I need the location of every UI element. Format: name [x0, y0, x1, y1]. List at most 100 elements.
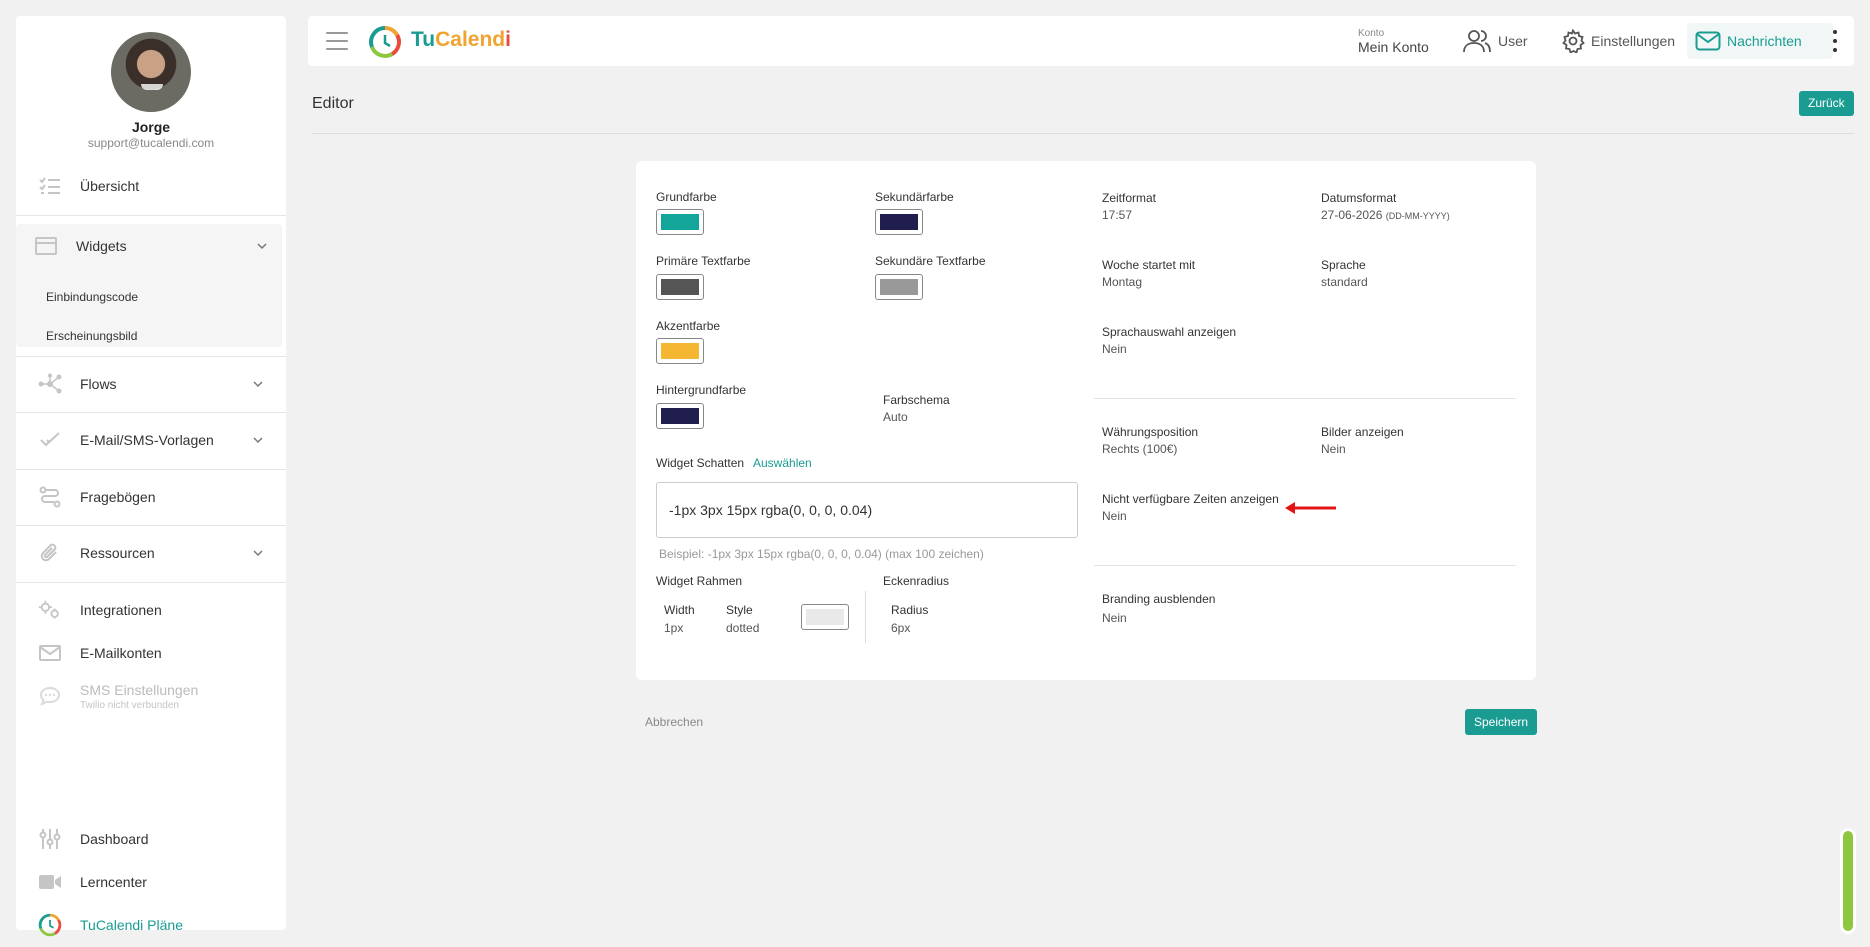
scrollbar-thumb[interactable]: [1843, 831, 1853, 931]
widget-border-label: Widget Rahmen: [656, 574, 743, 588]
shadow-hint: Beispiel: -1px 3px 15px rgba(0, 0, 0, 0.…: [659, 547, 984, 561]
divider: [16, 525, 286, 526]
sidebar-item-widgets[interactable]: Widgets: [16, 224, 286, 268]
double-check-icon: [38, 428, 62, 452]
currency-position-value[interactable]: Rechts (100€): [1102, 442, 1177, 456]
sidebar-item-label: Ressourcen: [80, 545, 155, 561]
sidebar-item-email-accounts[interactable]: E-Mailkonten: [16, 631, 286, 675]
divider: [16, 412, 286, 413]
sms-status: Twilio nicht verbunden: [80, 700, 179, 711]
save-button[interactable]: Speichern: [1465, 709, 1538, 735]
border-style-value[interactable]: dotted: [726, 621, 759, 635]
sidebar-item-label: Lerncenter: [80, 874, 147, 890]
tucalendi-logo-icon[interactable]: [368, 25, 402, 59]
week-start-label: Woche startet mit: [1102, 258, 1196, 272]
sidebar-item-overview[interactable]: Übersicht: [16, 164, 286, 208]
gear-icon: [1562, 29, 1585, 53]
primary-color-swatch[interactable]: [656, 209, 704, 235]
settings-button-label: Einstellungen: [1591, 33, 1676, 49]
secondary-text-color-swatch[interactable]: [875, 274, 923, 300]
color-fill: [880, 214, 918, 230]
show-images-value[interactable]: Nein: [1321, 442, 1346, 456]
sidebar-item-sms-settings[interactable]: SMS Einstellungen: [16, 674, 286, 718]
sidebar-item-label: Flows: [80, 376, 117, 392]
divider: [16, 469, 286, 470]
shadow-input[interactable]: -1px 3px 15px rgba(0, 0, 0, 0.04): [656, 482, 1078, 538]
checklist-icon: [38, 174, 62, 198]
scrollbar[interactable]: [1840, 828, 1856, 934]
sidebar-item-label: TuCalendi Pläne: [80, 917, 183, 933]
sidebar-subitem-embed-code[interactable]: Einbindungscode: [46, 290, 138, 304]
sidebar-item-questionnaires[interactable]: Fragebögen: [16, 475, 286, 519]
cancel-button[interactable]: Abbrechen: [645, 715, 703, 729]
avatar[interactable]: [111, 32, 191, 112]
corner-radius-label: Eckenradius: [883, 574, 950, 588]
user-button[interactable]: User: [1454, 23, 1536, 59]
sidebar-item-plans[interactable]: TuCalendi Pläne: [16, 903, 286, 947]
shadow-select-link[interactable]: Auswählen: [753, 456, 812, 470]
week-start-value[interactable]: Montag: [1102, 275, 1142, 289]
primary-text-color-label: Primäre Textfarbe: [656, 254, 751, 268]
envelope-icon: [1695, 31, 1721, 51]
radius-label: Radius: [891, 603, 929, 617]
color-scheme-value[interactable]: Auto: [883, 410, 908, 424]
widget-shadow-label: Widget Schatten: [656, 456, 745, 470]
video-camera-icon: [38, 870, 62, 894]
language-value[interactable]: standard: [1321, 275, 1368, 289]
hamburger-menu-icon[interactable]: [326, 32, 348, 50]
color-fill: [880, 279, 918, 295]
user-email: support@tucalendi.com: [87, 136, 215, 150]
date-format-label: Datumsformat: [1321, 191, 1397, 205]
sidebar-item-flows[interactable]: Flows: [16, 362, 286, 406]
chevron-down-icon: [257, 243, 267, 250]
sidebar-subitem-appearance[interactable]: Erscheinungsbild: [46, 329, 137, 343]
date-format-value[interactable]: 27-06-2026 (DD-MM-YYYY): [1321, 208, 1450, 222]
time-format-value[interactable]: 17:57: [1102, 208, 1132, 222]
sidebar-item-integrations[interactable]: Integrationen: [16, 588, 286, 632]
sidebar-item-dashboard[interactable]: Dashboard: [16, 817, 286, 861]
time-format-label: Zeitformat: [1102, 191, 1157, 205]
color-fill: [661, 214, 699, 230]
show-images-label: Bilder anzeigen: [1321, 425, 1404, 439]
radius-value[interactable]: 6px: [891, 621, 910, 635]
widgets-group: Widgets Einbindungscode Erscheinungsbild: [16, 224, 282, 347]
settings-button[interactable]: Einstellungen: [1553, 23, 1683, 59]
gears-icon: [38, 598, 62, 622]
messages-button-label: Nachrichten: [1727, 33, 1802, 49]
border-color-swatch[interactable]: [801, 604, 849, 630]
unavailable-times-label: Nicht verfügbare Zeiten anzeigen: [1102, 492, 1279, 506]
background-color-swatch[interactable]: [656, 403, 704, 429]
messages-button[interactable]: Nachrichten: [1687, 23, 1833, 59]
sidebar-item-templates[interactable]: E-Mail/SMS-Vorlagen: [16, 418, 286, 462]
sidebar-item-label: Integrationen: [80, 602, 162, 618]
accent-color-swatch[interactable]: [656, 338, 704, 364]
chevron-down-icon: [253, 381, 263, 388]
red-arrow-icon: [1285, 502, 1336, 514]
primary-text-color-swatch[interactable]: [656, 274, 704, 300]
page-title: Editor: [312, 95, 354, 112]
divider: [312, 133, 1854, 134]
sidebar-item-resources[interactable]: Ressourcen: [16, 531, 286, 575]
divider: [865, 591, 866, 643]
chat-bubble-icon: [38, 684, 62, 708]
secondary-color-swatch[interactable]: [875, 209, 923, 235]
sidebar-item-learncenter[interactable]: Lerncenter: [16, 860, 286, 904]
border-width-value[interactable]: 1px: [664, 621, 683, 635]
hide-branding-value[interactable]: Nein: [1102, 611, 1127, 625]
chevron-down-icon: [253, 550, 263, 557]
top-bar: TuCalendi Konto Mein Konto User Einstell…: [308, 16, 1854, 66]
sidebar-item-label: Übersicht: [80, 178, 140, 194]
primary-color-label: Grundfarbe: [656, 190, 717, 204]
more-options-icon[interactable]: [1832, 30, 1838, 52]
envelope-icon: [38, 641, 62, 665]
account-menu[interactable]: Mein Konto: [1358, 39, 1429, 55]
border-width-label: Width: [664, 603, 695, 617]
browser-window-icon: [34, 234, 58, 258]
user-button-label: User: [1498, 33, 1528, 49]
back-button[interactable]: Zurück: [1799, 91, 1854, 116]
language-selector-value[interactable]: Nein: [1102, 342, 1127, 356]
sidebar-item-label: Dashboard: [80, 831, 149, 847]
color-fill: [806, 609, 844, 625]
user-name: Jorge: [131, 119, 171, 135]
unavailable-times-value[interactable]: Nein: [1102, 509, 1127, 523]
